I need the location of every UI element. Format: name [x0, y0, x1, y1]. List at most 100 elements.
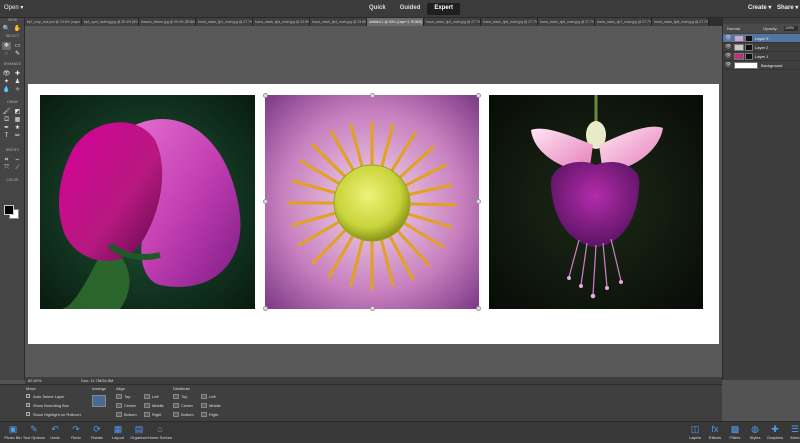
visibility-eye-icon[interactable]: 👁 [725, 61, 731, 70]
blend-mode-select[interactable]: Normal [727, 24, 740, 33]
document-tab[interactable]: focus_stack_tip6_main.jpg @ 27.7% (RGB/8… [538, 18, 595, 26]
photo-fuchsia[interactable] [489, 95, 703, 309]
foreground-color-swatch[interactable] [4, 205, 14, 215]
transform-handle[interactable] [370, 306, 375, 311]
create-button[interactable]: Create ▾ [748, 4, 771, 11]
distribute-bottom-icon[interactable] [173, 412, 179, 417]
visibility-eye-icon[interactable]: 👁 [725, 43, 731, 52]
transform-handle[interactable] [476, 93, 481, 98]
visibility-eye-icon[interactable]: 👁 [725, 52, 731, 61]
distribute-middle-icon[interactable] [201, 403, 207, 408]
move-tool-icon[interactable]: ✥ [2, 42, 11, 50]
document-tab[interactable]: focus_stack_tip3_main.jpg @ 23.5% (RGB/8… [310, 18, 367, 26]
photo-anemone[interactable] [265, 95, 479, 309]
align-middle-icon[interactable] [144, 403, 150, 408]
quick-selection-tool-icon[interactable]: ✎ [13, 50, 22, 58]
type-tool-icon[interactable]: T [2, 132, 11, 140]
distribute-middle-label[interactable]: Middle [209, 403, 221, 408]
gradient-tool-icon[interactable]: ▦ [13, 116, 22, 124]
spot-healing-tool-icon[interactable]: ✚ [13, 70, 22, 78]
transform-handle[interactable] [476, 306, 481, 311]
marquee-tool-icon[interactable]: ▭ [13, 42, 22, 50]
lasso-tool-icon[interactable]: ◌ [2, 50, 11, 58]
eye-tool-icon[interactable]: 👁 [2, 70, 11, 78]
zoom-level[interactable]: 62.82% [28, 377, 42, 384]
show-highlight-checkbox[interactable] [26, 411, 30, 416]
opacity-input[interactable]: 100% [784, 26, 798, 31]
transform-handle[interactable] [370, 93, 375, 98]
distribute-right-label[interactable]: Right [209, 412, 218, 417]
align-bottom-label[interactable]: Bottom [124, 412, 137, 417]
eraser-tool-icon[interactable]: ◩ [13, 108, 22, 116]
zoom-tool-icon[interactable]: 🔍 [2, 25, 11, 33]
align-top-label[interactable]: Top [124, 394, 130, 399]
crop-tool-icon[interactable]: ⌗ [2, 156, 11, 164]
document-size[interactable]: Doc: 11.7M/34.8M [81, 377, 113, 384]
more-button[interactable]: ☰ More [782, 424, 800, 443]
document-tab[interactable]: focus_stack_tip2_main.jpg @ 27.7% (RGB/8… [424, 18, 481, 26]
document-tab[interactable]: focus_stack_tip7_main.jpg @ 27.7% (RGB/8… [595, 18, 652, 26]
blur-tool-icon[interactable]: 💧 [2, 86, 11, 94]
align-middle-label[interactable]: Middle [152, 403, 164, 408]
custom-shape-tool-icon[interactable]: ★ [13, 124, 22, 132]
transform-handle[interactable] [263, 306, 268, 311]
straighten-tool-icon[interactable]: ⟋ [13, 164, 22, 172]
tab-expert[interactable]: Expert [427, 3, 461, 15]
document-tab[interactable]: focus_stack_tip8_main.jpg @ 27.7% (RGB/8… [652, 18, 709, 26]
move-label: Move [26, 386, 36, 391]
distribute-left-icon[interactable] [201, 394, 207, 399]
distribute-center-icon[interactable] [173, 403, 179, 408]
align-right-icon[interactable] [144, 412, 150, 417]
document-tab[interactable]: focus_stack_tip1_main.jpg @ 27.7% (RGB/8… [196, 18, 253, 26]
open-button[interactable]: Open ▾ [4, 4, 23, 11]
align-left-icon[interactable] [144, 394, 150, 399]
clone-stamp-tool-icon[interactable]: ♟ [13, 78, 22, 86]
arrange-label: Arrange [92, 386, 107, 391]
distribute-bottom-label[interactable]: Bottom [181, 412, 194, 417]
align-right-label[interactable]: Right [152, 412, 161, 417]
document-tab[interactable]: focus_stack_tip5_main.jpg @ 27.7% (RGB/8… [481, 18, 538, 26]
paint-bucket-tool-icon[interactable]: ⛋ [2, 116, 11, 124]
content-aware-move-tool-icon[interactable]: ⤧ [2, 164, 11, 172]
align-center-icon[interactable] [116, 403, 122, 408]
distribute-top-label[interactable]: Top [181, 394, 187, 399]
align-center-label[interactable]: Center [124, 403, 136, 408]
document-tab[interactable]: tip7_crop_tool.psd @ 24.6% (Layer 0, RGB… [25, 18, 82, 26]
distribute-center-label[interactable]: Center [181, 403, 193, 408]
layer-row[interactable]: 👁 Layer 2 [723, 43, 800, 52]
tab-guided[interactable]: Guided [393, 3, 428, 15]
tab-quick[interactable]: Quick [362, 3, 393, 15]
hand-tool-icon[interactable]: ✋ [13, 25, 22, 33]
distribute-left-label[interactable]: Left [209, 394, 216, 399]
smart-brush-tool-icon[interactable]: ✦ [2, 78, 11, 86]
distribute-right-icon[interactable] [201, 412, 207, 417]
align-top-icon[interactable] [116, 394, 122, 399]
sponge-tool-icon[interactable]: ✧ [13, 86, 22, 94]
recompose-tool-icon[interactable]: ⇔ [13, 156, 22, 164]
document-tab[interactable]: Untitled-1 @ 63% (Layer 3, RGB/8) [367, 18, 424, 26]
canvas-area[interactable] [25, 26, 722, 377]
show-bounding-box-checkbox[interactable] [26, 402, 30, 407]
home-screen-button[interactable]: ⌂ Home Screen [147, 424, 173, 443]
photo-sweet-pea[interactable] [40, 95, 255, 309]
arrange-icon[interactable] [92, 395, 106, 407]
document-tab[interactable]: focus_stack_tip4_main.jpg @ 23.5% (RGB/8… [253, 18, 310, 26]
pencil-tool-icon[interactable]: ✏ [13, 132, 22, 140]
transform-handle[interactable] [263, 93, 268, 98]
layer-row[interactable]: 👁 Background [723, 61, 800, 70]
document-tab[interactable]: flowers_before.jpg @ 39.4% (RGB/8*) [139, 18, 196, 26]
auto-select-layer-checkbox[interactable] [26, 393, 30, 398]
transform-handle[interactable] [263, 199, 268, 204]
align-left-label[interactable]: Left [152, 394, 159, 399]
color-picker-tool-icon[interactable]: ✒ [2, 124, 11, 132]
align-bottom-icon[interactable] [116, 412, 122, 417]
document-tab[interactable]: tip1_spot_healing.jpg @ 39.4% (RGB/8*) [82, 18, 139, 26]
layer-row[interactable]: 👁 Layer 3 [723, 34, 800, 43]
document-canvas[interactable] [28, 84, 719, 344]
transform-handle[interactable] [476, 199, 481, 204]
visibility-eye-icon[interactable]: 👁 [725, 34, 731, 43]
brush-tool-icon[interactable]: 🖌 [2, 108, 11, 116]
distribute-top-icon[interactable] [173, 394, 179, 399]
layer-row[interactable]: 👁 Layer 1 [723, 52, 800, 61]
share-button[interactable]: Share ▾ [777, 4, 798, 11]
